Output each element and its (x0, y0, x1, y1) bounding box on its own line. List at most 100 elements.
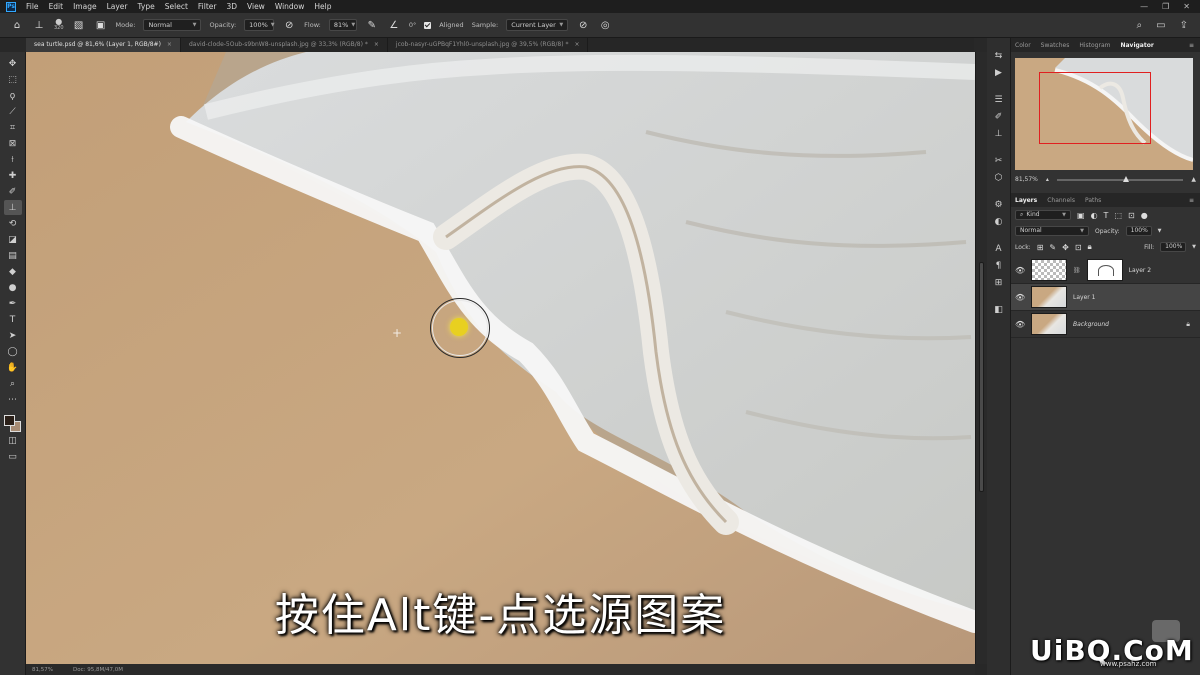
lock-image-icon[interactable]: ✎ (1049, 243, 1056, 252)
mode-dropdown[interactable]: Normal ▼ (143, 19, 202, 31)
brush-settings-icon[interactable]: ▧ (72, 18, 86, 32)
layer-row-layer-2[interactable]: 👁︎ ⛓︎ Layer 2 (1011, 257, 1200, 284)
healing-brush-tool-icon[interactable]: ✚ (4, 168, 22, 183)
tab-sea-turtle[interactable]: sea turtle.psd @ 81,6% (Layer 1, RGB/8#)… (26, 38, 181, 52)
brush-preset-picker[interactable]: ● 320 (54, 18, 64, 32)
dodge-tool-icon[interactable]: ● (4, 280, 22, 295)
styles-panel-icon[interactable]: ◐ (991, 214, 1007, 229)
menu-file[interactable]: File (26, 2, 39, 11)
filter-toggle-icon[interactable]: ● (1141, 211, 1148, 220)
workspace-icon[interactable]: ▭ (1156, 20, 1165, 31)
status-zoom[interactable]: 81,57% (32, 667, 53, 673)
zoom-in-icon[interactable]: ▲ (1191, 176, 1196, 183)
brush-panel-icon[interactable]: ✐ (991, 109, 1007, 124)
minimize-icon[interactable]: — (1140, 2, 1148, 11)
quick-mask-icon[interactable]: ◫ (4, 433, 22, 448)
sample-dropdown[interactable]: Current Layer ▼ (506, 19, 569, 31)
foreground-color-swatch[interactable] (3, 415, 15, 426)
scrollbar-thumb[interactable] (979, 262, 984, 492)
shape-tool-icon[interactable]: ◯ (4, 344, 22, 359)
hand-tool-icon[interactable]: ✋ (4, 360, 22, 375)
paragraph-panel-icon[interactable]: ¶ (991, 258, 1007, 273)
filter-kind-dropdown[interactable]: ⌕ Kind ▼ (1015, 210, 1071, 220)
eraser-tool-icon[interactable]: ◪ (4, 232, 22, 247)
history-brush-tool-icon[interactable]: ⟲ (4, 216, 22, 231)
menu-view[interactable]: View (247, 2, 265, 11)
home-icon[interactable]: ⌂ (10, 18, 24, 32)
menu-select[interactable]: Select (165, 2, 188, 11)
menu-edit[interactable]: Edit (49, 2, 64, 11)
slider-knob[interactable] (1122, 175, 1129, 182)
navigator-zoom-value[interactable]: 81,57% (1015, 176, 1038, 183)
menu-type[interactable]: Type (138, 2, 155, 11)
menu-help[interactable]: Help (314, 2, 331, 11)
visibility-eye-icon[interactable]: 👁︎ (1015, 293, 1025, 302)
tab-david-clode[interactable]: david-clode-5Oub-s9bnW8-unsplash.jpg @ 3… (181, 38, 388, 52)
zoom-tool-icon[interactable]: ⌕ (4, 376, 22, 391)
glyphs-panel-icon[interactable]: ⊞ (991, 275, 1007, 290)
visibility-eye-icon[interactable]: 👁︎ (1015, 266, 1025, 275)
move-tool-icon[interactable]: ✥ (4, 56, 22, 71)
navigator-view-box[interactable] (1039, 72, 1151, 144)
filter-smart-object-icon[interactable]: ⊡ (1128, 211, 1135, 220)
fill-field[interactable]: 100% (1160, 242, 1187, 252)
color-swatches[interactable] (3, 414, 23, 432)
tab-navigator[interactable]: Navigator (1120, 42, 1153, 49)
filter-type-icon[interactable]: T (1104, 211, 1109, 220)
more-tools-icon[interactable]: ⋯ (4, 392, 22, 407)
screen-mode-icon[interactable]: ▭ (4, 449, 22, 464)
layer-row-background[interactable]: 👁︎ Background 🔒︎ (1011, 311, 1200, 338)
chevron-down-icon[interactable]: ▼ (1158, 228, 1162, 234)
close-icon[interactable]: × (574, 41, 579, 48)
clone-source-icon[interactable]: ▣ (94, 18, 108, 32)
chevron-down-icon[interactable]: ▼ (1192, 244, 1196, 250)
filter-pixel-icon[interactable]: ▣ (1077, 211, 1085, 220)
type-tool-icon[interactable]: T (4, 312, 22, 327)
share-icon[interactable]: ⇪ (1180, 20, 1188, 31)
zoom-out-icon[interactable]: ▴ (1046, 176, 1049, 183)
navigator-zoom-slider[interactable] (1056, 175, 1184, 182)
blur-tool-icon[interactable]: ◆ (4, 264, 22, 279)
menu-filter[interactable]: Filter (198, 2, 217, 11)
lock-artboard-icon[interactable]: ⊡ (1075, 243, 1082, 252)
menu-window[interactable]: Window (275, 2, 305, 11)
menu-image[interactable]: Image (73, 2, 97, 11)
marquee-tool-icon[interactable]: ⬚ (4, 72, 22, 87)
tab-color[interactable]: Color (1015, 42, 1031, 49)
close-icon[interactable]: × (167, 41, 172, 48)
panel-menu-icon[interactable]: ≡ (1189, 42, 1200, 49)
filter-shape-icon[interactable]: ⬚ (1114, 211, 1122, 220)
layer-row-layer-1[interactable]: 👁︎ Layer 1 (1011, 284, 1200, 311)
pen-tool-icon[interactable]: ✒ (4, 296, 22, 311)
lock-transparent-icon[interactable]: ⊞ (1037, 243, 1044, 252)
navigator-thumbnail[interactable] (1015, 58, 1193, 170)
layers-panel-icon[interactable]: ◧ (991, 302, 1007, 317)
link-chain-icon[interactable]: ⛓︎ (1073, 267, 1081, 274)
eyedropper-tool-icon[interactable]: ⟊ (4, 152, 22, 167)
properties-panel-icon[interactable]: ⚙ (991, 197, 1007, 212)
actions-panel-icon[interactable]: ▶ (991, 65, 1007, 80)
restore-icon[interactable]: ❐ (1162, 2, 1169, 11)
history-panel-icon[interactable]: ⇆ (991, 48, 1007, 63)
gradient-tool-icon[interactable]: ▤ (4, 248, 22, 263)
close-icon[interactable]: ✕ (1183, 2, 1190, 11)
panel-menu-icon[interactable]: ≡ (1189, 197, 1200, 204)
airbrush-icon[interactable]: ✎ (365, 18, 379, 32)
tab-channels[interactable]: Channels (1047, 197, 1075, 204)
lock-position-icon[interactable]: ✥ (1062, 243, 1069, 252)
crop-tool-icon[interactable]: ⌗ (4, 120, 22, 135)
adjust-panel-icon[interactable]: ☰ (991, 92, 1007, 107)
ignore-adjustment-icon[interactable]: ⊘ (576, 18, 590, 32)
clone-source-panel-icon[interactable]: ⊥ (991, 126, 1007, 141)
flow-field[interactable]: 81% ▼ (328, 19, 357, 31)
filter-adjustment-icon[interactable]: ◐ (1091, 211, 1098, 220)
layer-opacity-field[interactable]: 100% (1125, 226, 1152, 236)
opacity-field[interactable]: 100% ▼ (244, 19, 275, 31)
blend-mode-dropdown[interactable]: Normal ▼ (1015, 226, 1089, 236)
brush-tool-icon[interactable]: ✐ (4, 184, 22, 199)
close-icon[interactable]: × (374, 41, 379, 48)
path-select-tool-icon[interactable]: ➤ (4, 328, 22, 343)
visibility-eye-icon[interactable]: 👁︎ (1015, 320, 1025, 329)
tab-swatches[interactable]: Swatches (1041, 42, 1070, 49)
lock-all-icon[interactable]: 🔒︎ (1088, 242, 1092, 252)
